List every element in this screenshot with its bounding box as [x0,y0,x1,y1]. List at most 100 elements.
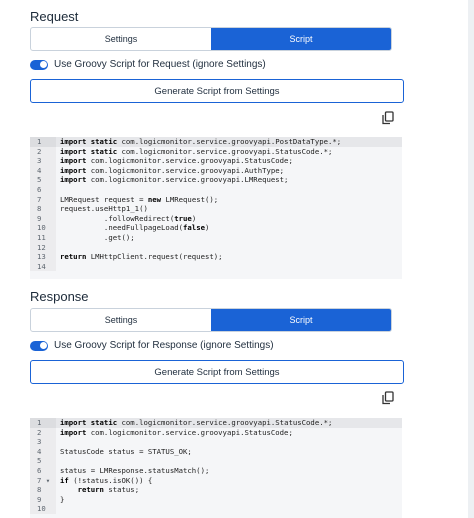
response-tab-script[interactable]: Script [211,309,391,331]
line-number: 1 [30,137,56,147]
line-number: 13 [30,252,56,262]
code-text: request.useHttp1_1() [56,204,402,214]
line-number: 9 [30,494,56,505]
code-line: 2 import static com.logicmonitor.service.… [30,146,402,157]
code-keyword: static [86,137,118,146]
code-token: (!status.isOK()) { [68,475,153,485]
request-section-title: Request [30,9,79,24]
code-token: .needFullpageLoad( [60,223,184,233]
code-text: import static com.logicmonitor.service.g… [56,147,402,157]
code-text: import static com.logicmonitor.service.g… [56,137,402,147]
code-keyword: import [60,418,87,427]
line-number: 6 [30,184,56,195]
line-number: 3 [30,437,56,447]
code-line: 5 import com.logicmonitor.service.groovya… [30,175,402,185]
code-token: com.logicmonitor.service.groovyapi.PostD… [117,137,342,146]
response-code-editor[interactable]: 1 import static com.logicmonitor.service.… [30,418,402,518]
code-line: 7 LMRequest request = new LMRequest(); [30,194,402,205]
request-groovy-toggle-label: Use Groovy Script for Request (ignore Se… [54,59,266,70]
code-line: 5 [30,456,402,466]
code-token: com.logicmonitor.service.groovyapi.AuthT… [86,165,285,175]
code-line: 9} [30,494,402,505]
code-keyword: return [60,252,87,262]
response-groovy-toggle-row: Use Groovy Script for Response (ignore S… [30,340,274,351]
request-mode-tabs: Settings Script [30,27,392,51]
response-generate-script-button[interactable]: Generate Script from Settings [30,360,404,384]
code-keyword: import [60,146,87,156]
code-token: StatusCode status = STATUS_OK; [60,446,192,456]
line-number: 12 [30,242,56,253]
code-keyword: if [60,475,69,485]
line-number: 10 [30,504,56,514]
code-token: LMRequest(); [161,194,219,204]
request-code-editor[interactable]: 1 import static com.logicmonitor.service.… [30,137,402,279]
line-number: 7 ▾ [30,475,56,486]
line-number: 4 [30,446,56,457]
code-text: return LMHttpClient.request(request); [56,252,402,262]
request-tab-script[interactable]: Script [211,28,391,50]
code-token: LMRequest request = [60,194,148,204]
code-text: } [56,495,402,505]
code-token: com.logicmonitor.service.groovyapi.Statu… [117,418,333,427]
code-line: 8 return status; [30,485,402,495]
code-line: 6 [30,184,402,195]
code-line: 7 ▾ if (!status.isOK()) { [30,475,402,486]
code-token: LMHttpClient.request(request); [86,252,223,262]
line-number: 2 [30,146,56,157]
code-keyword: static [86,146,118,156]
line-number: 1 [30,418,56,428]
line-number: 8 [30,485,56,495]
code-line: 12 [30,242,402,253]
line-number: 5 [30,456,56,466]
line-number: 8 [30,204,56,214]
code-keyword: new [147,194,162,204]
response-mode-tabs: Settings Script [30,308,392,332]
code-text: import com.logicmonitor.service.groovyap… [56,156,402,166]
line-number: 11 [30,232,56,243]
request-groovy-toggle[interactable] [30,59,48,70]
code-line: 2 import com.logicmonitor.service.groovya… [30,427,402,438]
code-token: } [60,494,65,504]
code-text: import com.logicmonitor.service.groovyap… [56,175,402,185]
response-groovy-toggle[interactable] [30,340,48,351]
code-line: 8 request.useHttp1_1() [30,204,402,214]
code-keyword: return [77,485,104,495]
code-keyword: import [60,137,87,146]
copy-icon[interactable] [382,111,394,125]
code-token: request.useHttp1_1() [60,204,148,214]
line-number: 4 [30,165,56,176]
code-line: 10 .needFullpageLoad(false) [30,223,402,233]
line-number: 3 [30,156,56,166]
code-line: 10 [30,504,402,514]
code-token: com.logicmonitor.service.groovyapi.LMReq… [86,175,289,185]
code-line: 4 import com.logicmonitor.service.groovya… [30,165,402,176]
response-tab-settings[interactable]: Settings [31,309,211,331]
code-line: 9 .followRedirect(true) [30,213,402,224]
code-text: status = LMResponse.statusMatch(); [56,466,402,476]
code-token: ) [191,213,197,223]
code-token: .followRedirect( [60,213,175,223]
code-keyword: static [86,418,118,427]
response-groovy-toggle-label: Use Groovy Script for Response (ignore S… [54,340,274,351]
code-token: ) [204,223,210,233]
code-keyword: import [60,175,87,185]
code-token: status = LMResponse.statusMatch(); [60,465,210,475]
code-text: .followRedirect(true) [56,214,402,224]
request-generate-script-button[interactable]: Generate Script from Settings [30,79,404,103]
code-keyword: import [60,156,87,166]
copy-icon[interactable] [382,391,394,405]
line-number: 2 [30,427,56,438]
line-number: 10 [30,223,56,233]
request-tab-settings[interactable]: Settings [31,28,211,50]
code-line: 11 .get(); [30,232,402,243]
line-number: 6 [30,465,56,476]
response-section-title: Response [30,289,89,304]
code-token: com.logicmonitor.service.groovyapi.Statu… [86,156,293,166]
